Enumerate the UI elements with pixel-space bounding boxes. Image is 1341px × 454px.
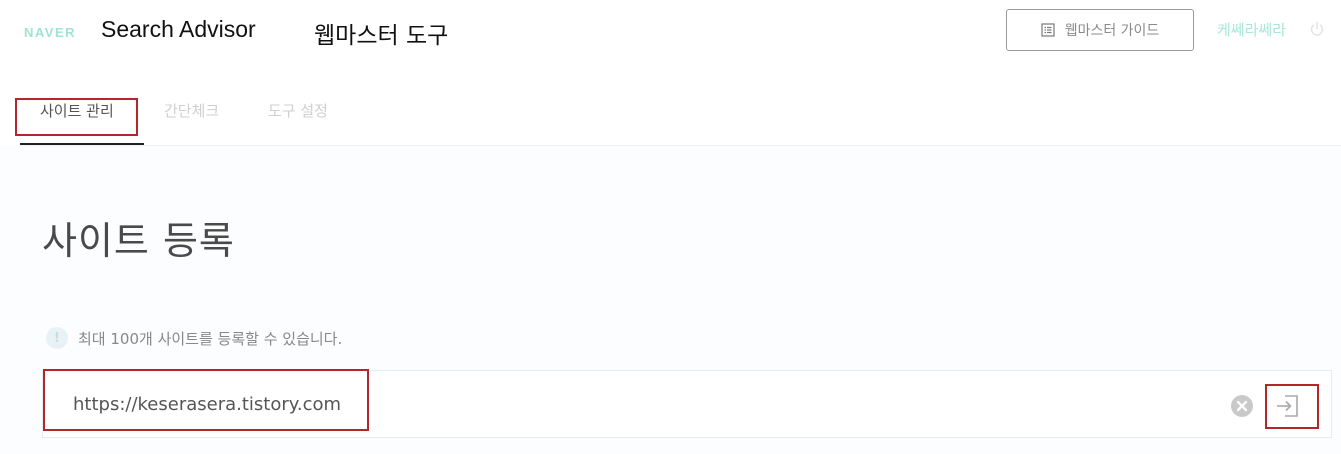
info-text: 최대 100개 사이트를 등록할 수 있습니다.	[78, 329, 343, 348]
clear-circle-icon[interactable]	[1231, 395, 1253, 417]
page-title: 사이트 등록	[42, 219, 235, 263]
tool-title: 웹마스터 도구	[314, 23, 449, 49]
tab-simple-check[interactable]: 간단체크	[164, 100, 219, 121]
user-name[interactable]: 케쎄라쎄라	[1217, 19, 1286, 40]
info-notice: ! 최대 100개 사이트를 등록할 수 있습니다.	[46, 327, 342, 349]
webmaster-guide-button[interactable]: 웹마스터 가이드	[1006, 9, 1194, 51]
main-content: 사이트 등록 ! 최대 100개 사이트를 등록할 수 있습니다.	[0, 146, 1341, 454]
app-title[interactable]: Search Advisor	[101, 16, 256, 43]
enter-icon[interactable]	[1275, 395, 1299, 417]
info-icon: !	[46, 327, 68, 349]
tab-site-management[interactable]: 사이트 관리	[40, 100, 114, 121]
site-url-input[interactable]	[73, 387, 773, 421]
naver-logo[interactable]: NAVER	[24, 25, 76, 40]
document-list-icon	[1041, 23, 1055, 37]
tab-tool-settings[interactable]: 도구 설정	[268, 100, 328, 121]
webmaster-guide-label: 웹마스터 가이드	[1064, 23, 1160, 39]
power-icon[interactable]	[1309, 21, 1325, 37]
site-url-form	[42, 370, 1332, 438]
tab-bar: 사이트 관리 간단체크 도구 설정	[0, 64, 1341, 146]
top-header: NAVER Search Advisor 웹마스터 도구 웹마스터 가이드 케쎄…	[0, 0, 1341, 64]
